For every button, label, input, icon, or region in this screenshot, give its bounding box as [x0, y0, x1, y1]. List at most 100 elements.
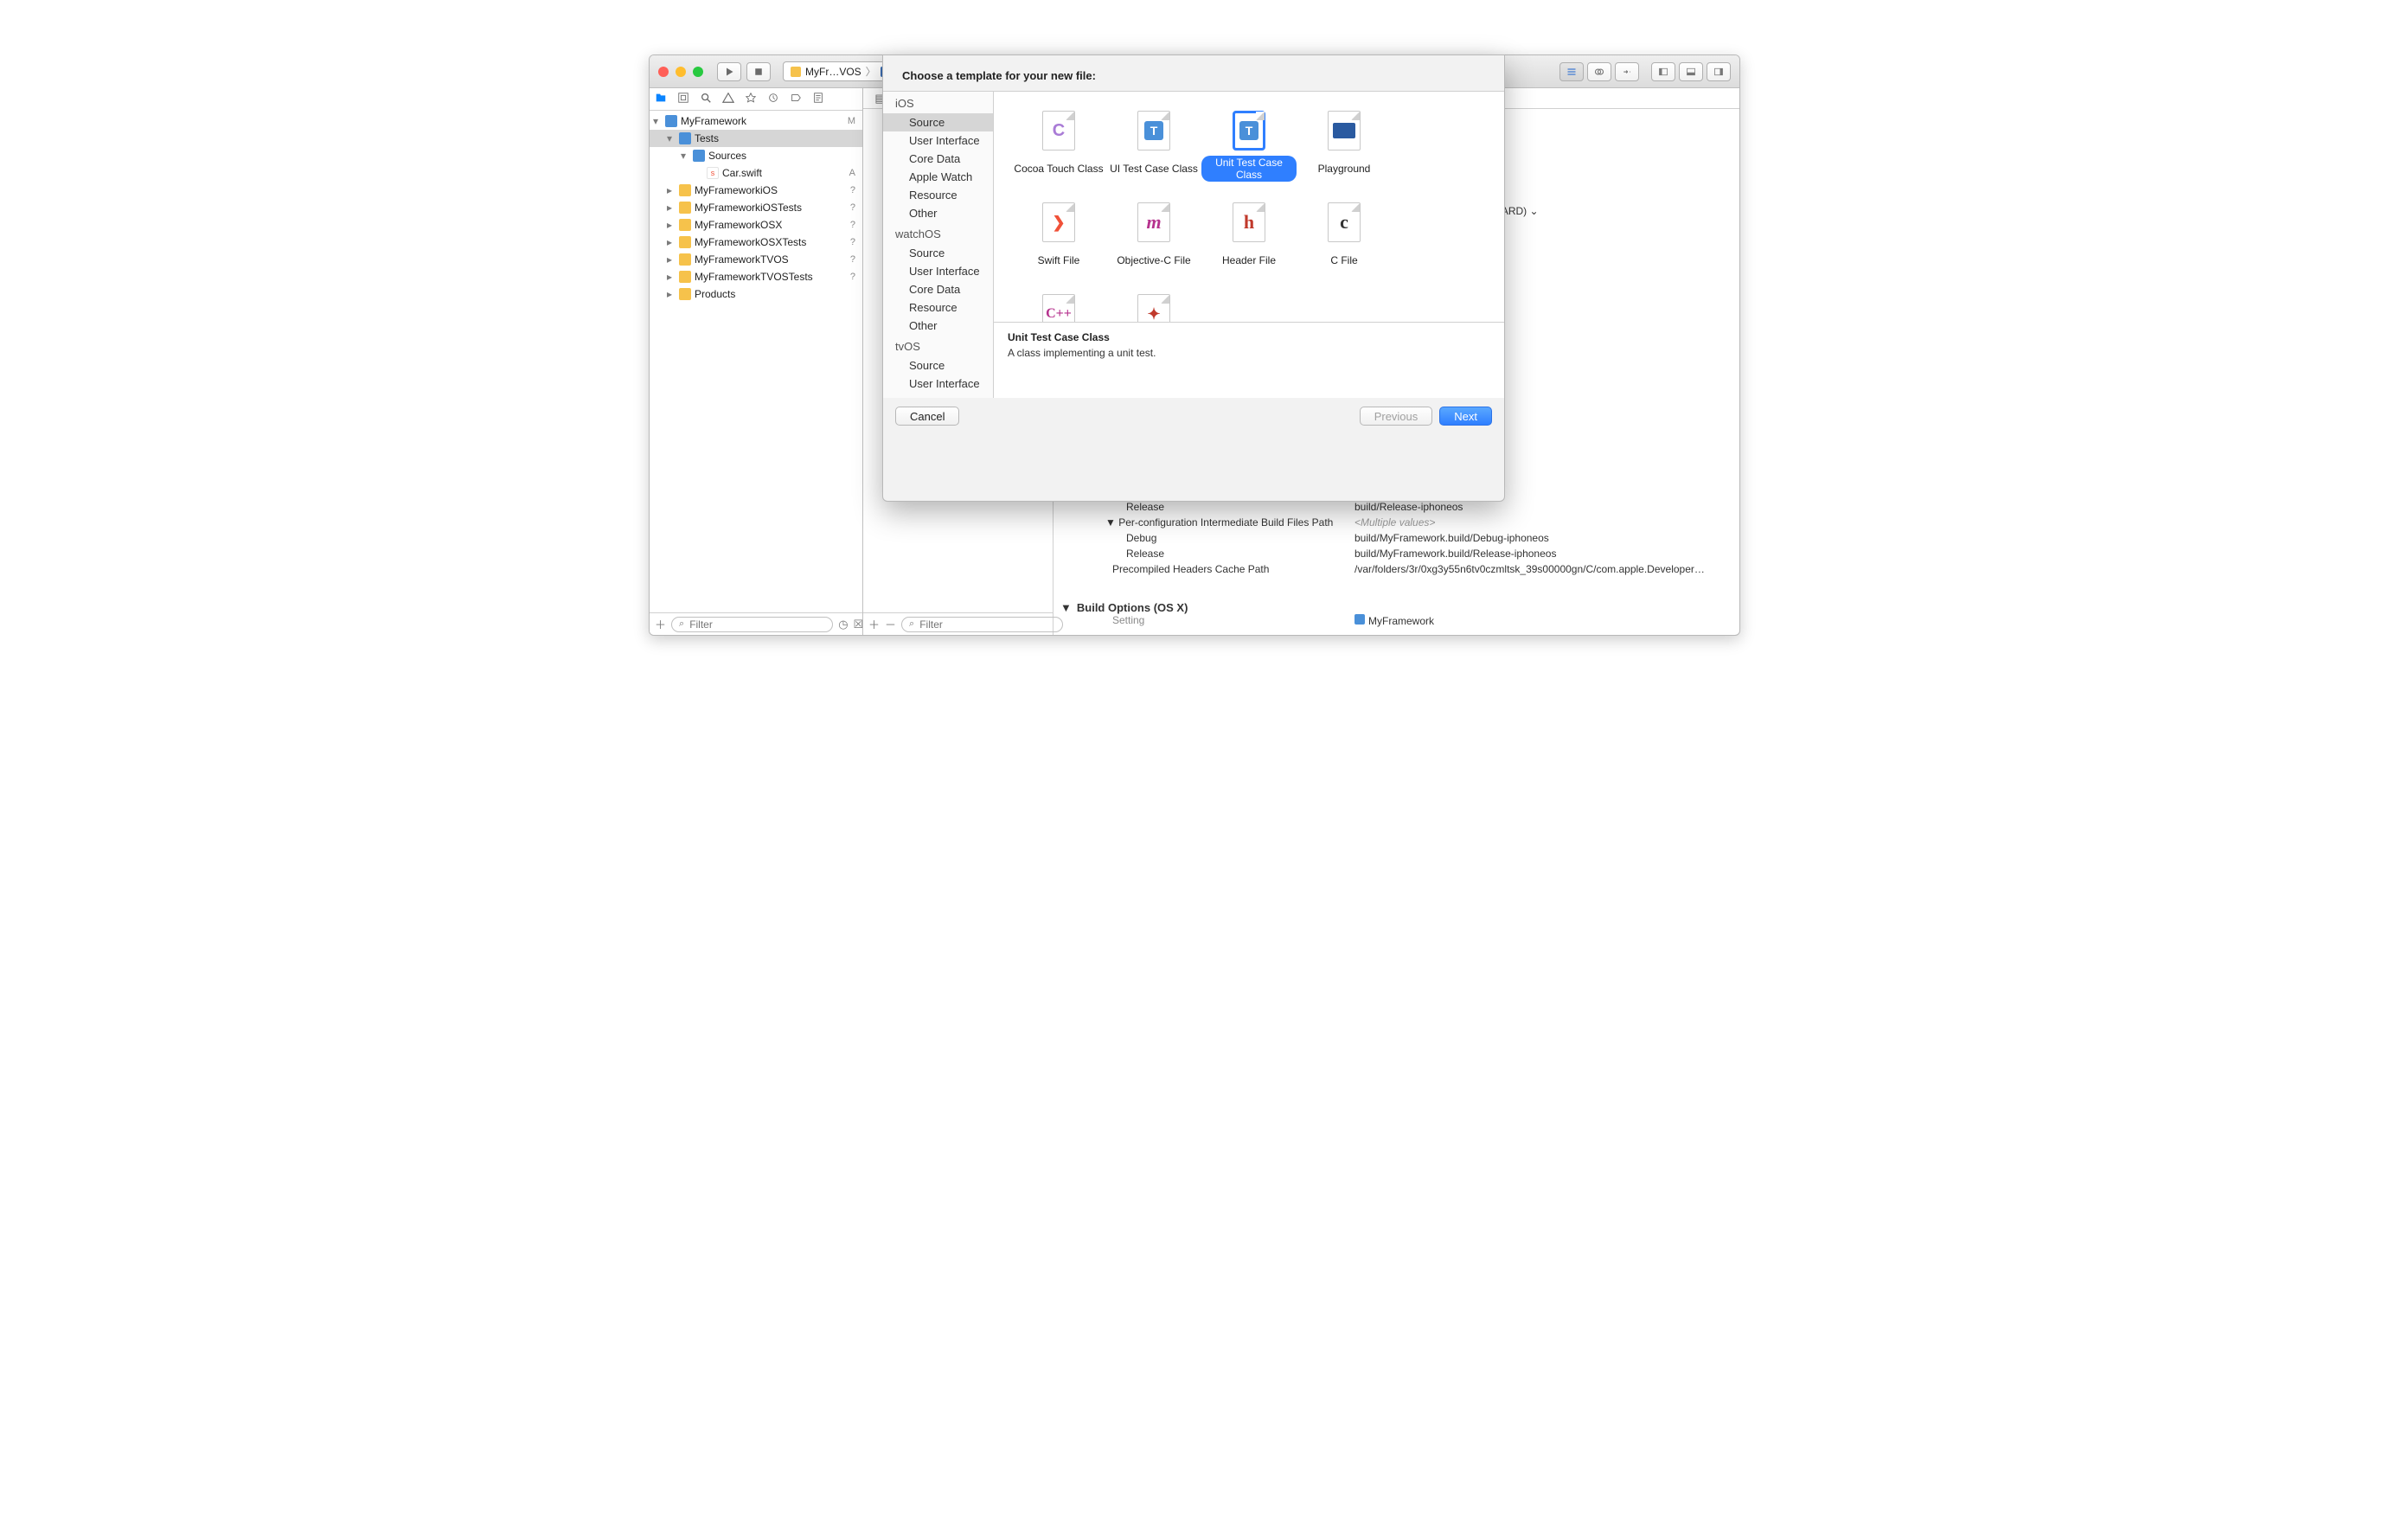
template-grid[interactable]: CCocoa Touch ClassTUI Test Case ClassTUn…	[994, 92, 1504, 322]
tree-row[interactable]: ▾Sources	[650, 147, 862, 164]
panel-toggle-group	[1651, 62, 1731, 81]
issue-navigator-tab[interactable]	[722, 92, 734, 106]
filter-icon: ⌕	[679, 618, 684, 630]
category-item[interactable]: Other	[883, 317, 993, 335]
scm-badge: ?	[850, 220, 859, 230]
template-label: Playground	[1318, 156, 1371, 182]
run-button[interactable]	[717, 62, 741, 81]
cancel-button[interactable]: Cancel	[895, 407, 959, 426]
remove-target-button[interactable]: －	[885, 616, 896, 632]
project-tree[interactable]: ▾MyFrameworkM▾Tests▾SourcessCar.swiftA▸M…	[650, 111, 862, 612]
category-item[interactable]: Source	[883, 113, 993, 131]
window-controls	[658, 67, 703, 77]
template-header-file[interactable]: hHeader File	[1201, 199, 1297, 285]
setting-value[interactable]: build/MyFramework.build/Debug-iphoneos	[1354, 532, 1732, 548]
disclosure-icon[interactable]: ▸	[667, 253, 676, 266]
toggle-navigator-button[interactable]	[1651, 62, 1675, 81]
zoom-button[interactable]	[693, 67, 703, 77]
outline-filter[interactable]: ⌕	[901, 617, 1063, 632]
report-navigator-tab[interactable]	[812, 92, 824, 106]
tree-row[interactable]: ▸MyFrameworkOSXTests?	[650, 234, 862, 251]
template-category-list[interactable]: iOSSourceUser InterfaceCore DataApple Wa…	[883, 92, 994, 398]
disclosure-icon[interactable]: ▸	[667, 219, 676, 231]
disclosure-icon[interactable]: ▸	[667, 184, 676, 196]
category-item[interactable]: Source	[883, 356, 993, 375]
tree-row[interactable]: sCar.swiftA	[650, 164, 862, 182]
disclosure-icon[interactable]: ▾	[667, 132, 676, 144]
setting-value[interactable]: build/MyFramework.build/Release-iphoneos	[1354, 548, 1732, 563]
setting-key: Release	[1060, 501, 1354, 516]
setting-value[interactable]: build/Release-iphoneos	[1354, 501, 1732, 516]
tree-label: MyFrameworkTVOSTests	[695, 271, 813, 283]
scm-filter-icon[interactable]: ☒	[854, 618, 864, 631]
briefcase-icon	[791, 67, 801, 77]
disclosure-icon[interactable]: ▸	[667, 288, 676, 300]
disclosure-icon[interactable]: ▾	[653, 115, 662, 127]
category-item[interactable]: Resource	[883, 298, 993, 317]
tree-row[interactable]: ▸MyFrameworkTVOS?	[650, 251, 862, 268]
folder-yellow-icon	[679, 219, 691, 231]
template-metal-file[interactable]: ✦Metal File	[1106, 291, 1201, 322]
clock-icon[interactable]: ◷	[838, 618, 848, 631]
project-navigator-tab[interactable]	[655, 92, 667, 106]
tree-row[interactable]: ▸MyFrameworkiOS?	[650, 182, 862, 199]
tree-row[interactable]: ▸MyFrameworkiOSTests?	[650, 199, 862, 216]
find-navigator-tab[interactable]	[700, 92, 712, 106]
category-platform: iOS	[883, 92, 993, 113]
breakpoint-navigator-tab[interactable]	[790, 92, 802, 106]
template-cpp-file[interactable]: C++C++ File	[1011, 291, 1106, 322]
disclosure-icon[interactable]: ▸	[667, 271, 676, 283]
tree-row[interactable]: ▾MyFrameworkM	[650, 112, 862, 130]
category-item[interactable]: Core Data	[883, 393, 993, 398]
minimize-button[interactable]	[676, 67, 686, 77]
add-button[interactable]: ＋	[655, 616, 666, 632]
category-item[interactable]: Core Data	[883, 280, 993, 298]
next-button[interactable]: Next	[1439, 407, 1492, 426]
symbol-navigator-tab[interactable]	[677, 92, 689, 106]
filter-field[interactable]: ⌕	[671, 617, 833, 632]
disclosure-icon[interactable]: ▸	[667, 236, 676, 248]
template-objective-c-file[interactable]: mObjective-C File	[1106, 199, 1201, 285]
category-item[interactable]: User Interface	[883, 262, 993, 280]
previous-button[interactable]: Previous	[1360, 407, 1433, 426]
file-icon: m	[1137, 202, 1170, 242]
template-playground[interactable]: Playground	[1297, 107, 1392, 194]
close-button[interactable]	[658, 67, 669, 77]
category-item[interactable]: Core Data	[883, 150, 993, 168]
tree-label: Car.swift	[722, 167, 762, 179]
template-swift-file[interactable]: ❯Swift File	[1011, 199, 1106, 285]
category-item[interactable]: Other	[883, 204, 993, 222]
disclosure-icon[interactable]: ▾	[681, 150, 689, 162]
tree-row[interactable]: ▸MyFrameworkOSX?	[650, 216, 862, 234]
standard-editor-button[interactable]	[1559, 62, 1584, 81]
tree-row[interactable]: ▸Products	[650, 285, 862, 303]
version-editor-button[interactable]	[1615, 62, 1639, 81]
toggle-debug-button[interactable]	[1679, 62, 1703, 81]
toggle-utilities-button[interactable]	[1707, 62, 1731, 81]
tree-row[interactable]: ▾Tests	[650, 130, 862, 147]
template-cocoa-touch-class[interactable]: CCocoa Touch Class	[1011, 107, 1106, 194]
category-item[interactable]: Apple Watch	[883, 168, 993, 186]
file-icon: h	[1233, 202, 1265, 242]
disclosure-icon[interactable]: ▸	[667, 202, 676, 214]
test-navigator-tab[interactable]	[745, 92, 757, 106]
build-options-header[interactable]: ▼ Build Options (OS X)	[1060, 601, 1732, 614]
category-item[interactable]: Source	[883, 244, 993, 262]
template-label: Swift File	[1038, 247, 1080, 273]
filter-input[interactable]	[688, 618, 825, 631]
file-icon: T	[1233, 111, 1265, 151]
outline-filter-input[interactable]	[918, 618, 1055, 631]
assistant-editor-button[interactable]	[1587, 62, 1611, 81]
stop-button[interactable]	[746, 62, 771, 81]
category-item[interactable]: User Interface	[883, 375, 993, 393]
category-item[interactable]: User Interface	[883, 131, 993, 150]
template-unit-test-case-class[interactable]: TUnit Test Case Class	[1201, 107, 1297, 194]
category-item[interactable]: Resource	[883, 186, 993, 204]
debug-navigator-tab[interactable]	[767, 92, 779, 106]
folder-yellow-icon	[679, 202, 691, 214]
template-c-file[interactable]: cC File	[1297, 199, 1392, 285]
tree-row[interactable]: ▸MyFrameworkTVOSTests?	[650, 268, 862, 285]
add-target-button[interactable]: ＋	[868, 616, 880, 632]
scm-badge: M	[848, 116, 859, 126]
template-ui-test-case-class[interactable]: TUI Test Case Class	[1106, 107, 1201, 194]
